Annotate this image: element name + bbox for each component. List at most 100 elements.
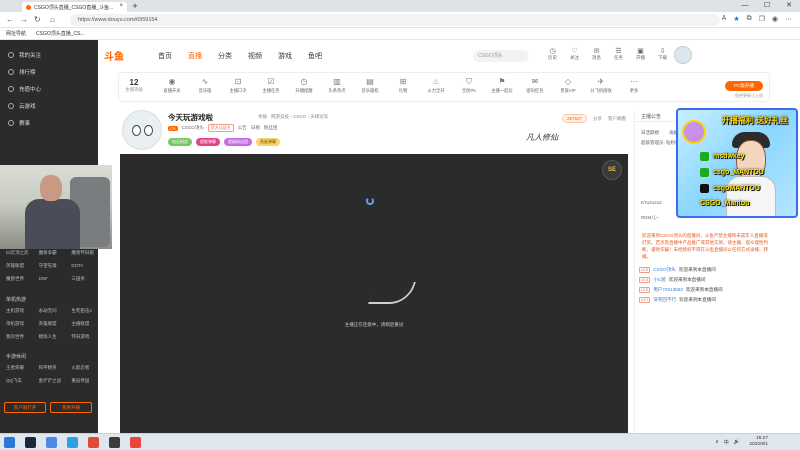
ime-indicator[interactable]: 中 (724, 439, 729, 446)
game-link[interactable]: QQ飞车 (0, 374, 33, 387)
game-link[interactable]: 英雄联盟 (0, 259, 33, 272)
follow-button[interactable]: ♡ 关注 (568, 47, 581, 61)
close-tab-icon[interactable]: × (119, 3, 123, 9)
function-item[interactable]: ⛉ 全民PK (456, 77, 482, 94)
game-link[interactable]: 金铲铲之战 (33, 374, 66, 387)
url-field[interactable]: https://www.douyu.com/6959154 (70, 14, 720, 26)
pill-fan-club[interactable]: 超级粉丝团 (224, 138, 252, 146)
game-link[interactable]: 模拟人生 (33, 330, 66, 343)
sidebar-item-recharge[interactable]: 充值中心 (0, 80, 98, 97)
anchor-name[interactable]: CSGO顶头 (182, 125, 204, 131)
function-item[interactable]: ✈ 分飞机接收 (588, 77, 614, 94)
game-link[interactable]: 主机游戏 (0, 304, 33, 317)
game-link[interactable]: DOTA (65, 259, 98, 272)
app-icon[interactable] (46, 437, 57, 448)
nav-live[interactable]: 直播 (188, 51, 202, 61)
game-link[interactable]: 和平精英 (33, 361, 66, 374)
minimize-button[interactable]: — (734, 0, 756, 12)
function-item[interactable]: ⚑ 主播一起玩 (489, 77, 515, 94)
sidebar-item-follow[interactable]: 我的关注 (0, 46, 98, 63)
nav-home[interactable]: 首页 (158, 51, 172, 61)
chat-nickname[interactable]: 没有回不行 (653, 297, 676, 303)
favorite-star-icon[interactable]: ★ (733, 15, 739, 23)
game-link[interactable]: 火影忍者 (65, 361, 98, 374)
home-icon[interactable]: ⌂ (50, 15, 55, 24)
function-item[interactable]: ⊞ 礼物 (390, 77, 416, 94)
extensions-icon[interactable]: ⧉ (747, 15, 752, 23)
search-input[interactable]: CSGO顶头 (473, 50, 529, 62)
sidebar-item-cloud-game[interactable]: 云游戏 (0, 97, 98, 114)
start-stream-button[interactable]: 我要开播 (50, 402, 92, 413)
function-item[interactable]: ▤ 音乐版权 (357, 77, 383, 94)
bookmark-item[interactable]: CSGO顶头直播_CS... (36, 30, 85, 37)
pc-broadcast-button[interactable]: PC版开播 (725, 81, 763, 91)
bookmark-item[interactable]: 网址导航 (6, 30, 26, 37)
function-item[interactable]: ⊡ 主播口令 (225, 77, 251, 94)
pill-super-danmaku[interactable]: 超能弹幕 (196, 138, 220, 146)
forward-icon[interactable]: → (20, 15, 28, 24)
profile-icon[interactable]: ◉ (772, 15, 778, 23)
tray-expand-icon[interactable]: ∧ (715, 439, 719, 446)
client-watch-button[interactable]: 客户端看 (608, 116, 626, 122)
function-item[interactable]: ▥ 头条热点 (324, 77, 350, 94)
pill-noble-danmaku[interactable]: 贵族弹幕 (256, 138, 280, 146)
nav-yuba[interactable]: 鱼吧 (308, 51, 322, 61)
meta-fans[interactable]: 粉丝团 (264, 125, 278, 131)
function-item[interactable]: ◉ 直播开关 (159, 77, 185, 94)
follow-count-button[interactable]: 287627 (561, 114, 587, 123)
share-button[interactable]: 分享 (593, 116, 602, 122)
history-button[interactable]: ◷ 历史 (546, 47, 559, 61)
sidebar-item-events[interactable]: 赛事 (0, 114, 98, 131)
video-player[interactable]: 主播正在连接中，请稍后重试 SE (120, 154, 628, 433)
volume-icon[interactable]: 🔊 (734, 439, 740, 446)
open-client-button[interactable]: 客户端打开 (4, 402, 46, 413)
app-icon[interactable] (109, 437, 120, 448)
meta-rank[interactable]: 日榜 (251, 125, 260, 131)
game-link[interactable]: 怀旧游戏 (65, 330, 98, 343)
chat-nickname[interactable]: CSGO顶头 (653, 267, 676, 273)
game-link[interactable]: 我的世界 (0, 330, 33, 343)
nav-category[interactable]: 分类 (218, 51, 232, 61)
windows-start-icon[interactable] (4, 437, 15, 448)
browser-tab[interactable]: CSGO顶头直播_CSGO直播_斗鱼... × (22, 2, 127, 12)
more-icon[interactable]: ⋯ (785, 15, 792, 23)
edge-browser-icon[interactable] (67, 437, 78, 448)
broadcast-button[interactable]: ▣ 开播 (634, 47, 647, 61)
game-link[interactable]: 主播联盟 (65, 317, 98, 330)
chat-nickname[interactable]: 小C菌 (653, 277, 666, 283)
room-category-path[interactable]: 举报 · 网游竞技 › CSGO › 天梯冠军 (258, 114, 328, 120)
user-avatar[interactable] (674, 46, 692, 64)
game-link[interactable]: 生死狙击2 (65, 304, 98, 317)
refresh-icon[interactable]: ↻ (34, 15, 41, 24)
maximize-button[interactable]: ☐ (756, 0, 778, 12)
game-link[interactable]: 三国杀 (65, 272, 98, 285)
game-link[interactable]: 守望先锋 (33, 259, 66, 272)
function-item[interactable]: ♨ 火力全开 (423, 77, 449, 94)
function-item[interactable]: ◇ 贵族VIP (555, 77, 581, 94)
steam-icon[interactable] (25, 437, 36, 448)
game-link[interactable]: 重返帝国 (65, 374, 98, 387)
function-item[interactable]: ☑ 主播任务 (258, 77, 284, 94)
download-button[interactable]: ⇩ 下载 (656, 47, 669, 61)
chat-nickname[interactable]: 用户72513693 (653, 287, 683, 293)
game-link[interactable]: 魔兽世界 (0, 272, 33, 285)
back-icon[interactable]: ← (6, 15, 14, 24)
game-link[interactable]: 永劫无间 (33, 304, 66, 317)
collections-icon[interactable]: ❐ (759, 15, 765, 23)
read-aloud-icon[interactable]: A (722, 15, 727, 23)
game-link[interactable]: 王者荣耀 (0, 361, 33, 374)
task-button[interactable]: ☰ 任务 (612, 47, 625, 61)
anchor-avatar[interactable] (122, 110, 162, 150)
function-item[interactable]: ∿ 音乐版 (192, 77, 218, 94)
game-link[interactable]: DNF (33, 272, 66, 285)
nav-game[interactable]: 游戏 (278, 51, 292, 61)
nav-video[interactable]: 视频 (248, 51, 262, 61)
meta-notice[interactable]: 公告 (238, 125, 247, 131)
game-link[interactable]: 单机游戏 (0, 317, 33, 330)
douyu-logo[interactable]: 斗鱼 (104, 48, 130, 63)
function-item[interactable]: ✉ 密码红包 (522, 77, 548, 94)
app-icon[interactable] (88, 437, 99, 448)
new-tab-button[interactable]: + (130, 1, 140, 11)
pill-diamond-fans[interactable]: 钻石粉丝 (168, 138, 192, 146)
app-icon[interactable] (130, 437, 141, 448)
